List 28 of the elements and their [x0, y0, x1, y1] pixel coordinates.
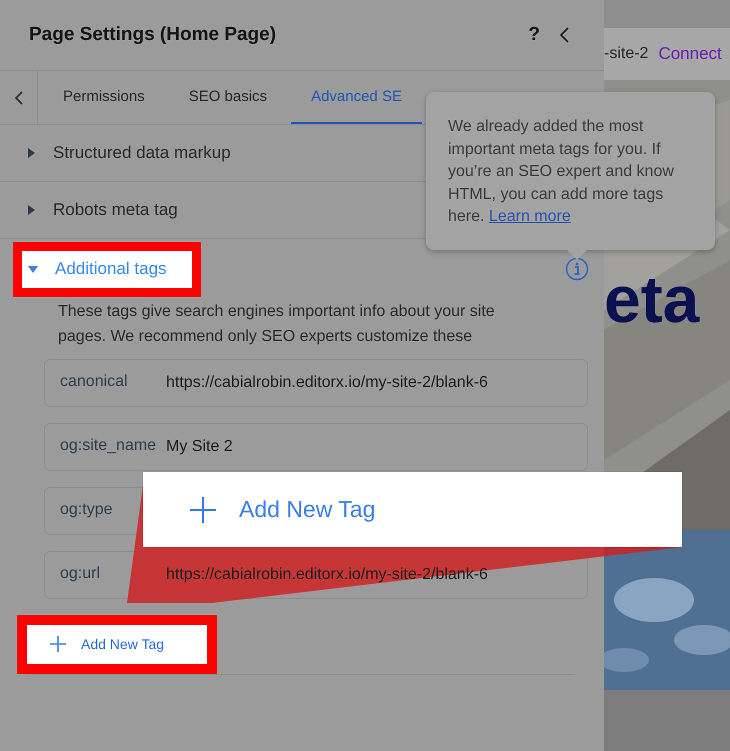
connect-link[interactable]: Connect	[658, 44, 722, 64]
panel-title: Page Settings (Home Page)	[29, 24, 278, 46]
plus-icon	[189, 496, 217, 524]
tag-value: https://cabialrobin.editorx.io/my-site-2/blank-6	[166, 374, 488, 392]
section-header[interactable]: Robots meta tag	[26, 200, 178, 220]
tag-name: og:url	[60, 565, 102, 583]
section-header[interactable]: Structured data markup	[26, 143, 231, 163]
caret-icon	[26, 148, 36, 158]
callout-label: Add New Tag	[239, 496, 376, 523]
scroll-left-icon[interactable]	[14, 90, 24, 106]
tag-value: My Site 2	[166, 438, 233, 456]
site-url: -site-2	[604, 45, 648, 63]
tag-name: og:type	[60, 501, 114, 519]
site-heading: eta	[604, 266, 701, 332]
collapse-icon[interactable]	[558, 26, 570, 44]
tab[interactable]: SEO basics	[168, 71, 288, 124]
tag-name: canonical	[60, 373, 129, 391]
tag-row[interactable]: canonical https://cabialrobin.editorx.io/my-site-2/blank-6	[44, 359, 588, 407]
help-button[interactable]: ?	[528, 24, 540, 46]
caret-icon	[28, 264, 38, 274]
tooltip-text: We already added the most important meta tags for you. If you’re an SEO expert and know HTML, you can add more tags here. Learn more	[448, 117, 675, 227]
tab[interactable]: Permissions	[43, 71, 165, 124]
learn-more-link[interactable]: Learn more	[488, 208, 571, 225]
tag-row[interactable]: og:site_name My Site 2	[44, 423, 588, 471]
tag-name: og:site_name	[60, 437, 158, 455]
plus-icon	[49, 635, 67, 653]
caret-icon	[26, 205, 36, 215]
section-description: These tags give search engines important info about your site pages. We recommend only SEO experts customize these	[58, 302, 496, 347]
